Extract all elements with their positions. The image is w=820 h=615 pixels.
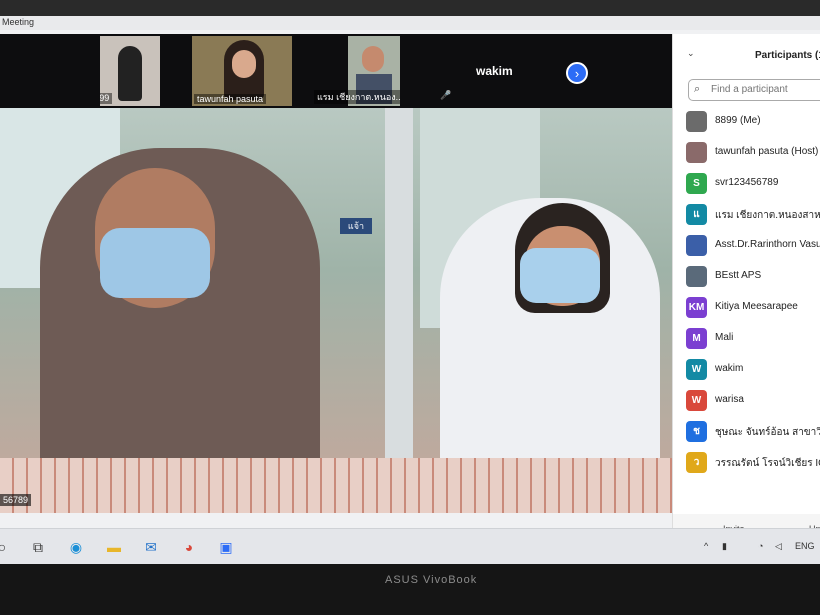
language-indicator[interactable]: ENG bbox=[795, 541, 815, 551]
avatar: W bbox=[686, 359, 707, 380]
active-speaker-video: แจ้า bbox=[0, 108, 672, 513]
battery-icon: ▮ bbox=[722, 541, 727, 551]
face-mask bbox=[100, 228, 210, 298]
video-label: 56789 bbox=[0, 494, 32, 506]
task-view-icon[interactable]: ⧉ bbox=[28, 537, 48, 557]
laptop-bezel-bottom: ASUS VivoBook bbox=[0, 564, 820, 615]
participant-name: Mali bbox=[715, 332, 734, 343]
participant-name: ชุษณะ จันทร์อ้อน สาขาวิชาก bbox=[715, 427, 820, 438]
avatar: แ bbox=[686, 204, 707, 225]
participant-name: svr123456789 bbox=[715, 177, 779, 188]
avatar bbox=[686, 266, 707, 287]
thumbnail-label: แรม เชียงกาต.หนอง... bbox=[317, 92, 400, 102]
thumbnail-label: tawunfah pasuta bbox=[197, 94, 264, 104]
participant-name: BEstt APS bbox=[715, 270, 762, 281]
avatar bbox=[686, 235, 707, 256]
list-item[interactable]: ว วรรณรัตน์ โรจน์วิเชียร ICAE bbox=[673, 447, 820, 478]
thumbnail-8899[interactable]: 🎤8899 bbox=[100, 36, 160, 106]
table-cloth bbox=[0, 458, 672, 513]
list-item[interactable]: แ แรม เชียงกาต.หนองสาหร่าย bbox=[673, 199, 820, 230]
wakim-tile-name: wakim bbox=[476, 64, 513, 78]
wall-sign: แจ้า bbox=[340, 218, 372, 234]
participant-name: tawunfah pasuta (Host) bbox=[715, 146, 819, 157]
participant-list: 8899 (Me) tawunfah pasuta (Host) Ssvr123… bbox=[673, 106, 820, 478]
participants-panel: ⌄ Participants (1 ⌕ 8899 (Me) tawunfah p… bbox=[672, 34, 820, 544]
participant-search[interactable]: ⌕ bbox=[688, 79, 820, 101]
window-titlebar: Meeting bbox=[0, 16, 820, 30]
participants-header: ⌄ Participants (1 bbox=[673, 34, 820, 74]
screen: Meeting 🎤8899 tawunfah pasuta แรม เชียงก… bbox=[0, 16, 820, 564]
thumbnail-tawunfah[interactable]: tawunfah pasuta bbox=[192, 36, 292, 106]
avatar bbox=[686, 111, 707, 132]
network-icon[interactable]: ◔ bbox=[758, 541, 763, 551]
list-item[interactable]: Ssvr123456789 bbox=[673, 168, 820, 199]
list-item[interactable]: Wwakim bbox=[673, 354, 820, 385]
list-item[interactable]: ช ชุษณะ จันทร์อ้อน สาขาวิชาก bbox=[673, 416, 820, 447]
search-icon: ⌕ bbox=[694, 83, 701, 95]
list-item[interactable]: M Mali bbox=[673, 323, 820, 354]
participants-title: Participants (1 bbox=[755, 50, 820, 61]
chevron-right-icon: › bbox=[574, 66, 580, 81]
participant-name: แรม เชียงกาต.หนองสาหร่าย bbox=[715, 210, 820, 221]
avatar: ว bbox=[686, 452, 707, 473]
chevron-down-icon[interactable]: ⌄ bbox=[687, 48, 695, 59]
list-item[interactable]: Asst.Dr.Rarinthorn Vasun bbox=[673, 230, 820, 261]
chrome-icon[interactable]: ◕ bbox=[179, 537, 199, 557]
thumbnail-label: 8899 bbox=[100, 93, 110, 103]
laptop-bezel-top bbox=[0, 0, 820, 16]
participant-name: Asst.Dr.Rarinthorn Vasun bbox=[715, 239, 820, 250]
list-item[interactable]: BEstt APS bbox=[673, 261, 820, 292]
column bbox=[385, 108, 413, 513]
next-page-button[interactable]: › bbox=[566, 62, 588, 84]
avatar: S bbox=[686, 173, 707, 194]
face-mask bbox=[520, 248, 600, 303]
mail-icon[interactable]: ✉ bbox=[141, 537, 161, 557]
list-item[interactable]: Wwarisa bbox=[673, 385, 820, 416]
avatar: ช bbox=[686, 421, 707, 442]
list-item[interactable]: KM Kitiya Meesarapee bbox=[673, 292, 820, 323]
participant-name: วรรณรัตน์ โรจน์วิเชียร ICAE bbox=[715, 458, 820, 469]
avatar: W bbox=[686, 390, 707, 411]
edge-icon[interactable]: ◉ bbox=[66, 537, 86, 557]
windows-taskbar: ○ ⧉ ◉ ▬ ✉ ◕ ▣ ^ ▮ ◔ ◁ ENG bbox=[0, 528, 820, 564]
laptop-brand: ASUS VivoBook bbox=[385, 574, 478, 586]
list-item[interactable]: tawunfah pasuta (Host) bbox=[673, 137, 820, 168]
window-title: Meeting bbox=[2, 17, 35, 27]
avatar bbox=[686, 142, 707, 163]
mic-muted-icon: 🎤 bbox=[440, 90, 452, 100]
chevron-up-icon[interactable]: ^ bbox=[704, 541, 708, 551]
avatar: KM bbox=[686, 297, 707, 318]
participant-name: warisa bbox=[715, 394, 744, 405]
search-icon[interactable]: ○ bbox=[0, 537, 12, 557]
thumbnail-wakim[interactable]: wakim 🎤 bbox=[440, 34, 560, 108]
zoom-icon[interactable]: ▣ bbox=[216, 537, 236, 557]
thumbnail-ram[interactable]: แรม เชียงกาต.หนอง... bbox=[312, 36, 400, 106]
participant-name: wakim bbox=[715, 363, 744, 374]
volume-icon[interactable]: ◁ bbox=[775, 541, 782, 552]
participant-name: Kitiya Meesarapee bbox=[715, 301, 798, 312]
file-explorer-icon[interactable]: ▬ bbox=[104, 537, 124, 557]
participant-name: 8899 (Me) bbox=[715, 115, 761, 126]
avatar: M bbox=[686, 328, 707, 349]
list-item[interactable]: 8899 (Me) bbox=[673, 106, 820, 137]
search-input[interactable] bbox=[709, 83, 820, 96]
